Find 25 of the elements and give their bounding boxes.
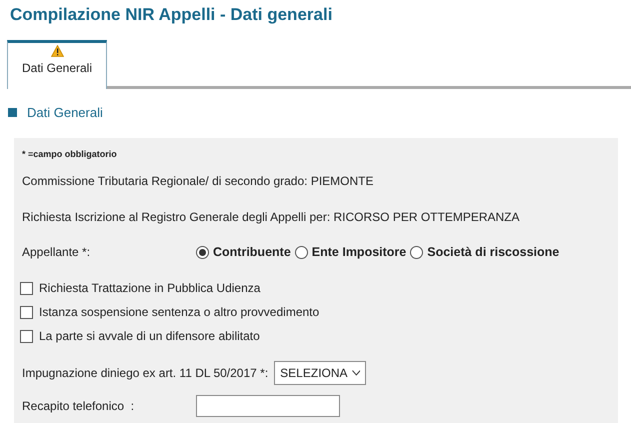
phone-input-field[interactable] [196,395,340,417]
radio-button[interactable] [410,246,424,258]
section-title: Dati Generali [27,104,103,122]
page-title: Compilazione NIR Appelli - Dati generali [9,4,334,26]
checkbox[interactable] [20,282,33,294]
section-marker-icon [8,108,17,117]
recapito-label: Recapito telefonico : [22,398,136,414]
tab[interactable]: Dati Generali [7,40,107,88]
impugnazione-label: Impugnazione diniego ex art. 11 DL 50/2017 *: [22,365,268,381]
checkbox-option[interactable]: Richiesta Trattazione in Pubblica Udienza [20,280,610,296]
checkbox-option[interactable]: La parte si avvale di un difensore abilitato [20,328,610,344]
radio-option[interactable]: Società di riscossione [410,244,560,260]
checkbox[interactable] [20,330,33,342]
checkbox-option[interactable]: Istanza sospensione sentenza o altro provvedimento [20,304,610,320]
select-dropdown[interactable]: SELEZIONA [274,361,366,385]
info-text: Commissione Tributaria Regionale/ di secondo grado: PIEMONTE [22,173,374,189]
radio-option[interactable]: Ente Impositore [294,244,406,260]
info-text: Richiesta Iscrizione al Registro Generale degli Appelli per: RICORSO PER OTTEMPERANZA [22,209,521,225]
radio-option[interactable]: Contribuente [196,244,291,260]
checkbox[interactable] [20,306,33,318]
required-note: * =campo obbligatorio [22,148,118,160]
radio-button[interactable] [196,246,209,258]
appellante-label: Appellante *: [22,244,92,260]
radio-button[interactable] [294,246,308,258]
chevron-down-icon [352,370,360,376]
